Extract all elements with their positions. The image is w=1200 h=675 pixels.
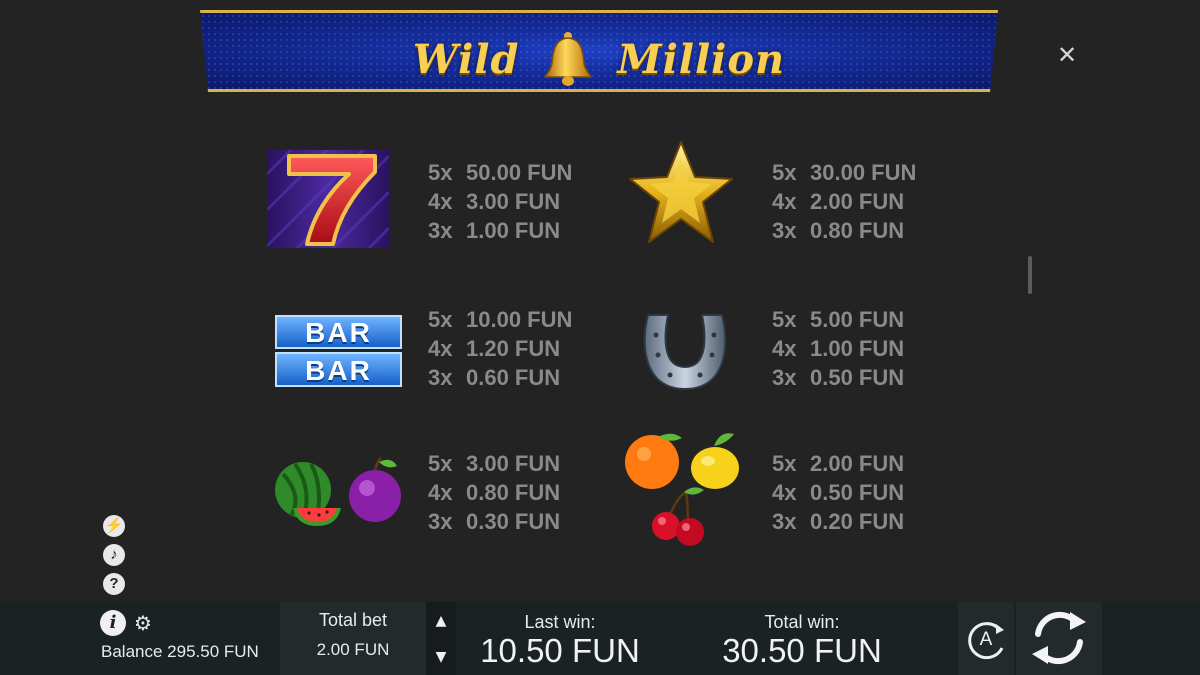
pay-row: 3x 0.50 FUN xyxy=(772,363,904,392)
pay-row: 3x 0.30 FUN xyxy=(428,507,560,536)
pay-row: 4x 1.20 FUN xyxy=(428,334,572,363)
pay-multiplier: 4x xyxy=(428,189,453,214)
bar-label-top: BAR xyxy=(275,315,402,349)
gear-icon[interactable]: ⚙ xyxy=(134,612,156,634)
pay-row: 5x 10.00 FUN xyxy=(428,305,572,334)
total-bet-label: Total bet xyxy=(318,610,388,630)
pay-value: 2.00 FUN xyxy=(810,189,905,214)
pay-list-watermelon-plum: 5x 3.00 FUN 4x 0.80 FUN 3x 0.30 FUN xyxy=(428,449,560,536)
pay-list-fruits: 5x 2.00 FUN 4x 0.50 FUN 3x 0.20 FUN xyxy=(772,449,904,536)
pay-value: 0.50 FUN xyxy=(810,365,905,390)
balance-text: Balance 295.50 FUN xyxy=(101,642,259,661)
pay-multiplier: 5x xyxy=(428,451,453,476)
pay-row: 4x 2.00 FUN xyxy=(772,187,916,216)
pay-value: 0.80 FUN xyxy=(466,480,561,505)
pay-row: 5x 30.00 FUN xyxy=(772,158,916,187)
sound-icon[interactable]: ♪ xyxy=(103,544,125,566)
pay-row: 5x 5.00 FUN xyxy=(772,305,904,334)
pay-multiplier: 3x xyxy=(772,365,797,390)
pay-list-seven: 5x 50.00 FUN 4x 3.00 FUN 3x 1.00 FUN xyxy=(428,158,572,245)
title-banner: Wild Million xyxy=(200,10,998,92)
pay-multiplier: 5x xyxy=(428,307,453,332)
pay-multiplier: 4x xyxy=(772,336,797,361)
pay-row: 4x 0.50 FUN xyxy=(772,478,904,507)
pay-multiplier: 4x xyxy=(772,480,797,505)
pay-multiplier: 3x xyxy=(428,218,453,243)
pay-value: 0.80 FUN xyxy=(810,218,905,243)
total-bet-value: 2.00 FUN xyxy=(316,640,390,659)
pay-multiplier: 3x xyxy=(772,509,797,534)
pay-multiplier: 5x xyxy=(772,160,797,185)
pay-row: 3x 0.60 FUN xyxy=(428,363,572,392)
bar-label-bottom: BAR xyxy=(275,352,402,387)
pay-value: 2.00 FUN xyxy=(810,451,905,476)
pay-list-bar: 5x 10.00 FUN 4x 1.20 FUN 3x 0.60 FUN xyxy=(428,305,572,392)
pay-multiplier: 3x xyxy=(428,365,453,390)
pay-value: 0.60 FUN xyxy=(466,365,561,390)
pay-multiplier: 5x xyxy=(772,307,797,332)
total-win-label: Total win: xyxy=(764,612,840,632)
bet-up-arrow-icon[interactable]: ▲ xyxy=(434,614,448,628)
pay-value: 1.20 FUN xyxy=(466,336,561,361)
pay-row: 3x 0.80 FUN xyxy=(772,216,916,245)
pay-value: 1.00 FUN xyxy=(466,218,561,243)
spin-icon[interactable] xyxy=(1028,608,1090,668)
pay-row: 5x 2.00 FUN xyxy=(772,449,904,478)
pay-value: 1.00 FUN xyxy=(810,336,905,361)
turbo-icon[interactable]: ⚡ xyxy=(103,515,125,537)
pay-row: 3x 0.20 FUN xyxy=(772,507,904,536)
pay-value: 10.00 FUN xyxy=(466,307,573,332)
bet-down-arrow-icon[interactable]: ▼ xyxy=(434,650,448,664)
pay-list-star: 5x 30.00 FUN 4x 2.00 FUN 3x 0.80 FUN xyxy=(772,158,916,245)
pay-row: 4x 3.00 FUN xyxy=(428,187,572,216)
pay-row: 4x 1.00 FUN xyxy=(772,334,904,363)
pay-value: 0.20 FUN xyxy=(810,509,905,534)
bar-icon: BAR BAR xyxy=(275,315,402,387)
fruits-icon xyxy=(625,433,739,546)
close-icon[interactable]: ✕ xyxy=(1054,42,1080,68)
autoplay-label: A xyxy=(979,629,993,650)
pay-value: 50.00 FUN xyxy=(466,160,573,185)
bell-icon xyxy=(544,32,593,86)
pay-value: 5.00 FUN xyxy=(810,307,905,332)
pay-value: 3.00 FUN xyxy=(466,451,561,476)
help-icon[interactable]: ? xyxy=(103,573,125,595)
autoplay-button[interactable]: A xyxy=(964,618,1008,662)
pay-row: 4x 0.80 FUN xyxy=(428,478,560,507)
pay-value: 0.50 FUN xyxy=(810,480,905,505)
pay-multiplier: 4x xyxy=(428,480,453,505)
pay-multiplier: 3x xyxy=(772,218,797,243)
pay-multiplier: 3x xyxy=(428,509,453,534)
seven-icon xyxy=(267,150,389,248)
pay-row: 5x 3.00 FUN xyxy=(428,449,560,478)
pay-multiplier: 5x xyxy=(428,160,453,185)
pay-list-horseshoe: 5x 5.00 FUN 4x 1.00 FUN 3x 0.50 FUN xyxy=(772,305,904,392)
pay-multiplier: 4x xyxy=(428,336,453,361)
pay-value: 3.00 FUN xyxy=(466,189,561,214)
title-word-right: Million xyxy=(617,35,786,83)
pay-value: 0.30 FUN xyxy=(466,509,561,534)
title-word-left: Wild xyxy=(412,35,520,83)
watermelon-plum-icon xyxy=(275,456,401,526)
pay-row: 3x 1.00 FUN xyxy=(428,216,572,245)
info-icon[interactable]: i xyxy=(100,610,126,636)
last-win-label: Last win: xyxy=(524,612,596,632)
last-win-value: 10.50 FUN xyxy=(480,632,640,669)
scrollbar-thumb[interactable] xyxy=(1028,256,1032,294)
pay-multiplier: 4x xyxy=(772,189,797,214)
pay-value: 30.00 FUN xyxy=(810,160,917,185)
total-win-value: 30.50 FUN xyxy=(722,632,882,669)
pay-multiplier: 5x xyxy=(772,451,797,476)
horseshoe-icon xyxy=(643,314,727,391)
pay-row: 5x 50.00 FUN xyxy=(428,158,572,187)
star-icon xyxy=(629,141,733,243)
game-title: Wild Million xyxy=(200,29,998,89)
